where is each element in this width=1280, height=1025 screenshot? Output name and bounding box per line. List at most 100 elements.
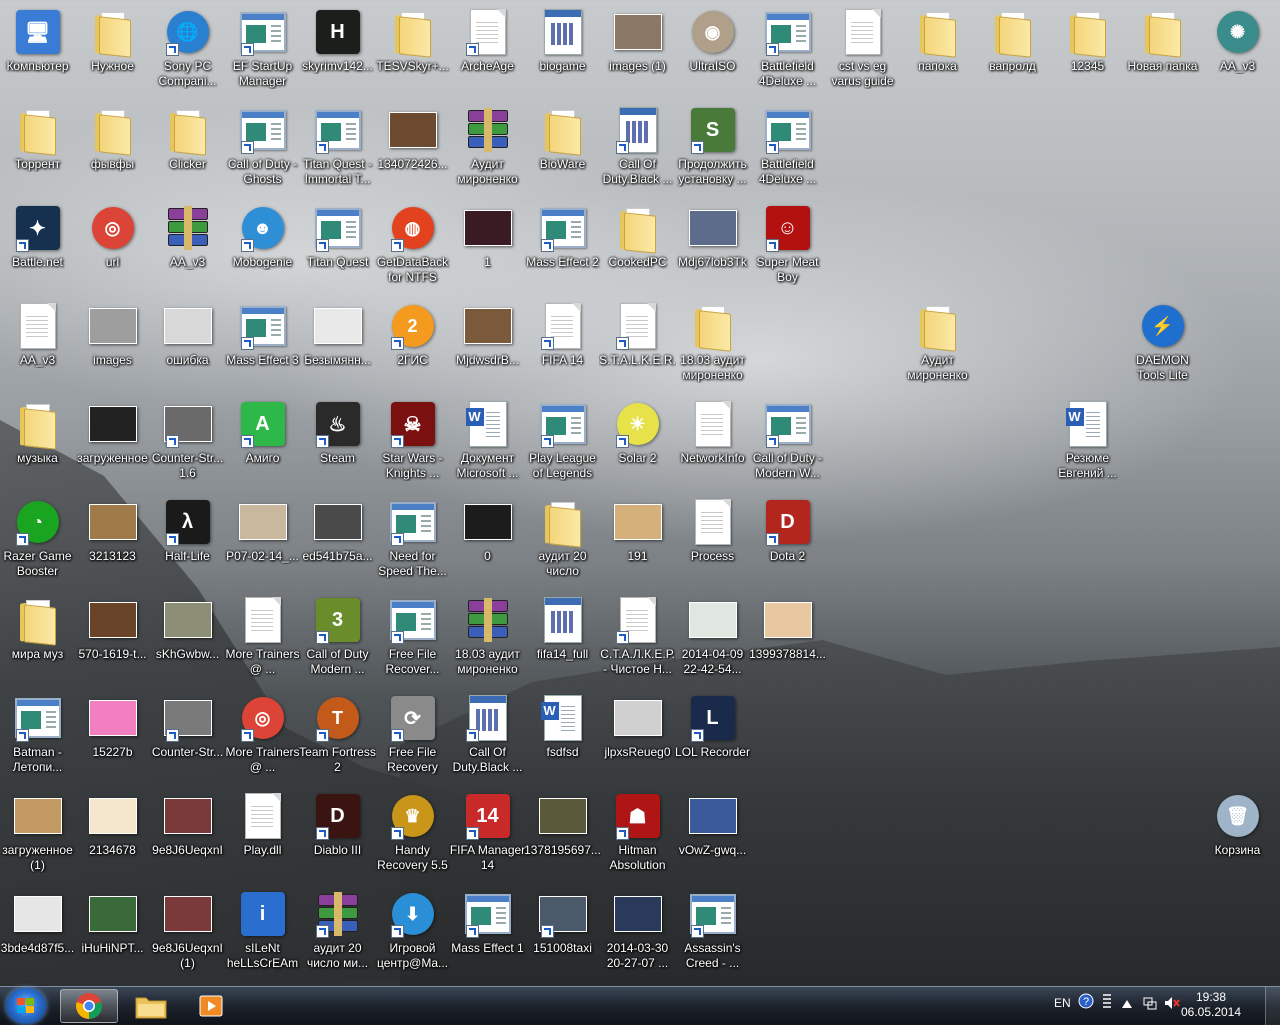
desktop-icon[interactable]: ◉ UltraISO	[675, 4, 750, 100]
desktop-icon[interactable]: NetworkInfo	[675, 396, 750, 492]
desktop-icon[interactable]: ◎ url	[75, 200, 150, 296]
desktop-icon[interactable]: загруженное	[75, 396, 150, 492]
desktop-icon[interactable]: BioWare	[525, 102, 600, 198]
desktop-icon[interactable]: sKhGwbw...	[150, 592, 225, 688]
desktop-icon[interactable]: Need for Speed The...	[375, 494, 450, 590]
desktop-icon[interactable]: ◎ More Trainers @ ...	[225, 690, 300, 786]
desktop-icon[interactable]: загруженное (1)	[0, 788, 75, 884]
taskbar-explorer-button[interactable]	[122, 989, 180, 1023]
desktop-icon[interactable]: Battlefield 4Deluxe ...	[750, 4, 825, 100]
desktop-icon[interactable]: 2 2ГИС	[375, 298, 450, 394]
desktop-icon[interactable]: 2134678	[75, 788, 150, 884]
show-hidden-icons[interactable]	[1122, 997, 1132, 1011]
desktop-icon[interactable]: S Продолжить установку ...	[675, 102, 750, 198]
desktop-icon[interactable]: ☻ Mobogenie	[225, 200, 300, 296]
desktop-icon[interactable]: Titan Quest - Immortal T...	[300, 102, 375, 198]
desktop-icon[interactable]: Call of Duty - Modern W...	[750, 396, 825, 492]
desktop-icon[interactable]: ✺ AA_v3	[1200, 4, 1275, 100]
desktop-icon[interactable]: Clicker	[150, 102, 225, 198]
desktop-icon[interactable]: 3213123	[75, 494, 150, 590]
desktop-icon[interactable]: Mass Effect 1	[450, 886, 525, 982]
desktop-icon[interactable]: D Diablo III	[300, 788, 375, 884]
desktop-icon[interactable]: вапролд	[975, 4, 1050, 100]
desktop-icon[interactable]: 18.03 аудит мироненко	[675, 298, 750, 394]
desktop-icon[interactable]: 2014-04-09 22-42-54...	[675, 592, 750, 688]
desktop-icon[interactable]: fsdfsd	[525, 690, 600, 786]
desktop-icon[interactable]: 9e8J6UeqxnI (1)	[150, 886, 225, 982]
desktop-icon[interactable]: Process	[675, 494, 750, 590]
desktop-icon[interactable]: EF StartUp Manager	[225, 4, 300, 100]
desktop-icon[interactable]: 9e8J6UeqxnI	[150, 788, 225, 884]
desktop-icon[interactable]: Batman - Летопи...	[0, 690, 75, 786]
desktop-icon[interactable]: Counter-Str... 1.6	[150, 396, 225, 492]
desktop-icon[interactable]: Нужное	[75, 4, 150, 100]
desktop-icon[interactable]: 12345	[1050, 4, 1125, 100]
desktop-icon[interactable]: 191	[600, 494, 675, 590]
desktop-icon[interactable]: 0	[450, 494, 525, 590]
desktop-icon[interactable]: 134072426...	[375, 102, 450, 198]
desktop-icon[interactable]: Play League of Legends	[525, 396, 600, 492]
desktop-icon[interactable]: vOwZ-gwq...	[675, 788, 750, 884]
desktop-icon[interactable]: 🗑 Корзина	[1200, 788, 1275, 884]
desktop-icon[interactable]: 1399378814...	[749, 592, 826, 688]
taskbar-chrome-button[interactable]	[60, 989, 118, 1023]
desktop-icon[interactable]: 15227b	[75, 690, 150, 786]
desktop-icon[interactable]: biogame	[525, 4, 600, 100]
desktop-icon[interactable]: MjdwsdrB...	[450, 298, 525, 394]
desktop-icon[interactable]: Titan Quest	[300, 200, 375, 296]
desktop-icon[interactable]: 2014-03-30 20-27-07 ...	[600, 886, 675, 982]
desktop-icon[interactable]: 151008taxi	[525, 886, 600, 982]
desktop-icon[interactable]: iHuHiNPT...	[75, 886, 150, 982]
desktop-icon[interactable]: ⚡ DAEMON Tools Lite	[1125, 298, 1200, 394]
desktop-icon[interactable]: AA_v3	[0, 298, 75, 394]
desktop-icon[interactable]: P07-02-14_...	[225, 494, 300, 590]
desktop-icon[interactable]: 18.03 аудит мироненко	[450, 592, 525, 688]
desktop-icon[interactable]: CookedPC	[600, 200, 675, 296]
desktop-icon[interactable]: Mass Effect 3	[225, 298, 300, 394]
desktop-icon[interactable]: Безымянн...	[300, 298, 375, 394]
desktop-icon[interactable]: фывфы	[75, 102, 150, 198]
desktop-icon[interactable]: Аудит мироненко	[900, 298, 975, 394]
desktop-icon[interactable]: i sILeNt heLLsCrEAm	[225, 886, 300, 982]
desktop-icon[interactable]: ♛ Handy Recovery 5.5	[375, 788, 450, 884]
desktop-icon[interactable]: D Dota 2	[750, 494, 825, 590]
desktop-icon[interactable]: images (1)	[600, 4, 675, 100]
desktop-icon[interactable]: ☀ Solar 2	[600, 396, 675, 492]
desktop-icon[interactable]: ☗ Hitman Absolution	[600, 788, 675, 884]
desktop-icon[interactable]: FIFA 14	[525, 298, 600, 394]
desktop-icon[interactable]: ☠ Star Wars - Knights ...	[375, 396, 450, 492]
clock[interactable]: 19:38 06.05.2014	[1178, 990, 1244, 1020]
desktop-icon[interactable]: Play.dll	[225, 788, 300, 884]
desktop-icon[interactable]: cst vs eg varus guide	[825, 4, 900, 100]
desktop-icon[interactable]: Mdj67lob3Tk	[675, 200, 750, 296]
desktop-icon[interactable]: Call Of Duty.Black ...	[450, 690, 525, 786]
desktop-icon[interactable]: 14 FIFA Manager 14	[450, 788, 525, 884]
start-button[interactable]	[6, 988, 46, 1024]
desktop-icon[interactable]: 1	[450, 200, 525, 296]
desktop-icon[interactable]: S.T.A.L.K.E.R.	[599, 298, 676, 394]
desktop-icon[interactable]: λ Half-Life	[150, 494, 225, 590]
desktop-icon[interactable]: Mass Effect 2	[525, 200, 600, 296]
desktop-icon[interactable]: мира муз	[0, 592, 75, 688]
language-indicator[interactable]: EN	[1054, 996, 1071, 1010]
desktop-icon[interactable]: fifa14_full	[525, 592, 600, 688]
desktop-icon[interactable]: Документ Microsoft ...	[450, 396, 525, 492]
desktop-icon[interactable]: ✦ Battle.net	[0, 200, 75, 296]
desktop-icon[interactable]: аудит 20 число	[525, 494, 600, 590]
desktop-icon[interactable]: More Trainers @ ...	[225, 592, 300, 688]
desktop-icon[interactable]: ◔ Razer Game Booster	[0, 494, 75, 590]
show-desktop-button[interactable]	[1265, 987, 1280, 1025]
desktop-icon[interactable]: A Амиго	[225, 396, 300, 492]
desktop-icon[interactable]: Новая папка	[1125, 4, 1200, 100]
desktop-icon[interactable]: 3bde4d87f5...	[0, 886, 75, 982]
desktop-icon[interactable]: AA_v3	[150, 200, 225, 296]
desktop-icon[interactable]: ошибка	[150, 298, 225, 394]
desktop-icon[interactable]: 1378195697...	[524, 788, 601, 884]
desktop-icon[interactable]: ⟳ Free File Recovery	[375, 690, 450, 786]
desktop-icon[interactable]: С.Т.А.Л.К.Е.Р. - Чистое Н...	[600, 592, 675, 688]
desktop-icon[interactable]: jlpxsReueg0	[600, 690, 675, 786]
desktop-icon[interactable]: ♨ Steam	[300, 396, 375, 492]
tray-settings-icon[interactable]	[1100, 993, 1114, 1012]
desktop-icon[interactable]: Резюме Евгений ...	[1050, 396, 1125, 492]
desktop-icon[interactable]: TESVSkyr+...	[375, 4, 450, 100]
